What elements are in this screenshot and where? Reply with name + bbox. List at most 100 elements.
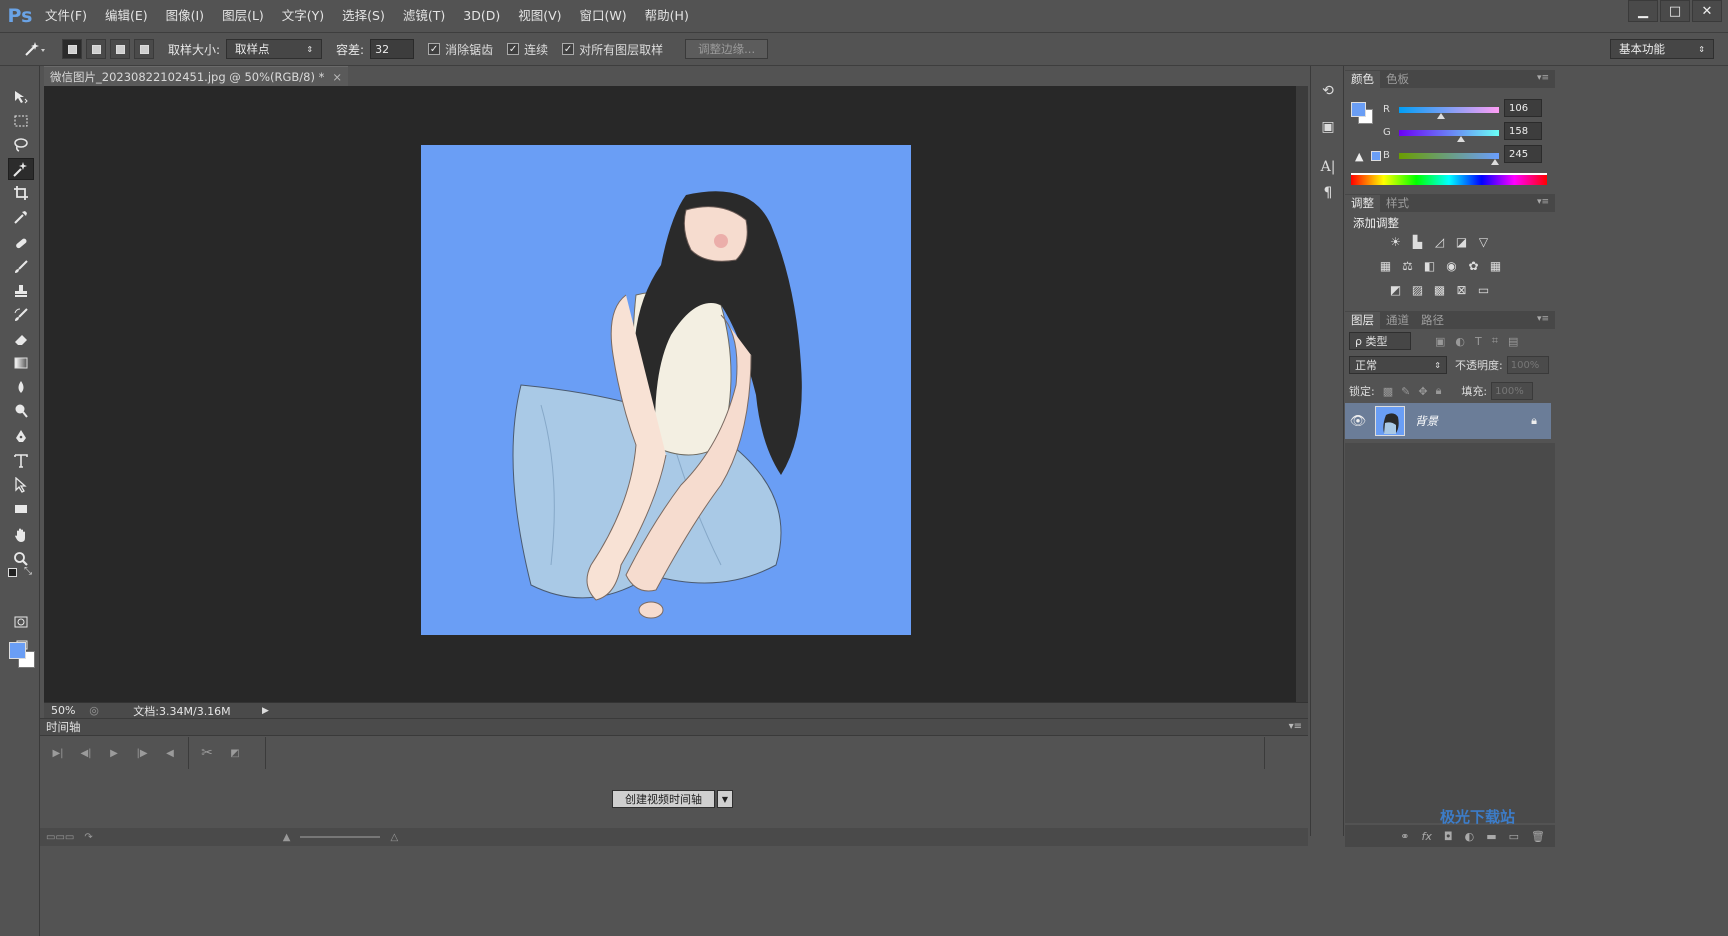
tolerance-input[interactable]: 32 bbox=[370, 39, 415, 59]
eraser-tool-icon[interactable] bbox=[8, 328, 34, 350]
add-mask-icon[interactable]: ◘ bbox=[1444, 830, 1453, 843]
hand-tool-icon[interactable] bbox=[8, 524, 34, 546]
layer-name[interactable]: 背景 bbox=[1415, 413, 1438, 429]
workspace-select[interactable]: 基本功能 ⇕ bbox=[1610, 39, 1714, 59]
visibility-eye-icon[interactable]: 👁︎ bbox=[1345, 414, 1371, 429]
history-brush-tool-icon[interactable] bbox=[8, 304, 34, 326]
frames-icon[interactable]: ▭▭▭ bbox=[46, 832, 74, 843]
red-thumb[interactable] bbox=[1437, 113, 1445, 119]
previous-frame-icon[interactable]: ◀| bbox=[72, 739, 100, 767]
zoom-level[interactable]: 50% bbox=[44, 704, 86, 717]
marquee-tool-icon[interactable] bbox=[8, 110, 34, 132]
path-selection-tool-icon[interactable] bbox=[8, 474, 34, 496]
default-colors-icon[interactable] bbox=[8, 568, 17, 577]
dodge-tool-icon[interactable] bbox=[8, 400, 34, 422]
document-tab[interactable]: 微信图片_20230822102451.jpg @ 50%(RGB/8) * × bbox=[44, 66, 349, 86]
layer-row-background[interactable]: 👁︎ 背景 🔒︎ bbox=[1345, 403, 1551, 439]
channel-mixer-icon[interactable]: ✿ bbox=[1465, 258, 1482, 273]
layers-list-empty-area[interactable] bbox=[1345, 443, 1555, 823]
zoom-out-timeline-icon[interactable]: ▲ bbox=[283, 832, 291, 843]
vertical-scrollbar[interactable] bbox=[1296, 86, 1308, 702]
black-white-icon[interactable]: ◧ bbox=[1421, 258, 1438, 273]
menu-select[interactable]: 选择(S) bbox=[333, 0, 394, 32]
swap-colors-icon[interactable]: ⤡ bbox=[24, 566, 32, 577]
convert-icon[interactable]: ↷ bbox=[84, 832, 92, 843]
antialias-checkbox[interactable]: ✓ 消除锯齿 bbox=[428, 41, 493, 58]
filter-smart-object-icon[interactable]: ▤ bbox=[1508, 335, 1518, 348]
gamut-swatch[interactable] bbox=[1371, 151, 1381, 161]
photo-filter-icon[interactable]: ◉ bbox=[1443, 258, 1460, 273]
green-value[interactable]: 158 bbox=[1504, 122, 1542, 140]
zoom-in-timeline-icon[interactable]: △ bbox=[390, 832, 398, 843]
posterize-icon[interactable]: ▨ bbox=[1409, 282, 1426, 297]
link-layers-icon[interactable]: ⚭ bbox=[1400, 830, 1409, 843]
tab-swatches[interactable]: 色板 bbox=[1380, 71, 1415, 88]
magic-wand-tool-icon[interactable] bbox=[8, 158, 34, 180]
color-lookup-icon[interactable]: ▦ bbox=[1487, 258, 1504, 273]
blue-track[interactable] bbox=[1399, 153, 1499, 159]
panel-menu-icon[interactable]: ▾≡ bbox=[1537, 73, 1549, 83]
lock-all-icon[interactable]: 🔒︎ bbox=[1436, 384, 1442, 398]
close-tab-icon[interactable]: × bbox=[332, 70, 342, 84]
intersect-selection-button[interactable] bbox=[134, 39, 154, 59]
character-panel-icon[interactable]: A| bbox=[1319, 158, 1337, 176]
green-thumb[interactable] bbox=[1457, 136, 1465, 142]
fill-input[interactable]: 100% bbox=[1491, 382, 1534, 400]
properties-panel-icon[interactable]: ▣ bbox=[1319, 118, 1337, 136]
refine-edge-button[interactable]: 调整边缘... bbox=[685, 39, 769, 59]
filter-shape-icon[interactable]: ⌗ bbox=[1492, 334, 1498, 348]
levels-icon[interactable]: ▙ bbox=[1409, 234, 1426, 249]
timeline-zoom-slider[interactable] bbox=[300, 836, 381, 838]
status-info-icon[interactable]: ◎ bbox=[86, 704, 102, 717]
panel-menu-icon[interactable]: ▾≡ bbox=[1289, 721, 1302, 732]
tab-color[interactable]: 颜色 bbox=[1345, 71, 1380, 88]
color-balance-icon[interactable]: ⚖ bbox=[1399, 258, 1416, 273]
menu-help[interactable]: 帮助(H) bbox=[636, 0, 698, 32]
lock-position-icon[interactable]: ✥ bbox=[1418, 385, 1427, 398]
menu-file[interactable]: 文件(F) bbox=[36, 0, 96, 32]
tab-adjustments[interactable]: 调整 bbox=[1345, 195, 1380, 212]
pen-tool-icon[interactable] bbox=[8, 426, 34, 448]
blue-thumb[interactable] bbox=[1491, 159, 1499, 165]
audio-icon[interactable]: ◀ bbox=[156, 739, 184, 767]
lasso-tool-icon[interactable] bbox=[8, 134, 34, 156]
color-foreground-swatch[interactable] bbox=[1351, 102, 1366, 117]
minimize-button[interactable]: ▁ bbox=[1628, 0, 1658, 22]
filter-type-icon[interactable]: T bbox=[1475, 335, 1482, 348]
green-track[interactable] bbox=[1399, 130, 1499, 136]
foreground-color-swatch[interactable] bbox=[9, 642, 26, 659]
red-slider[interactable]: R 106 bbox=[1383, 99, 1547, 124]
blue-slider[interactable]: B 245 bbox=[1383, 145, 1547, 170]
gradient-map-icon[interactable]: ▭ bbox=[1475, 282, 1492, 297]
layer-filter-select[interactable]: ρ 类型 bbox=[1349, 332, 1411, 350]
eyedropper-tool-icon[interactable] bbox=[8, 206, 34, 228]
blend-mode-select[interactable]: 正常 ⇕ bbox=[1349, 356, 1447, 374]
rectangle-tool-icon[interactable] bbox=[8, 498, 34, 520]
tab-channels[interactable]: 通道 bbox=[1380, 312, 1415, 329]
fx-icon[interactable]: fx bbox=[1422, 830, 1432, 843]
red-value[interactable]: 106 bbox=[1504, 99, 1542, 117]
new-selection-button[interactable] bbox=[62, 39, 82, 59]
tool-preset-picker[interactable] bbox=[12, 35, 58, 63]
color-spectrum-bar[interactable] bbox=[1351, 173, 1547, 185]
green-slider[interactable]: G 158 bbox=[1383, 122, 1547, 147]
timeline-track[interactable] bbox=[265, 737, 1265, 769]
menu-edit[interactable]: 编辑(E) bbox=[96, 0, 157, 32]
transition-icon[interactable]: ◩ bbox=[221, 739, 249, 767]
move-tool-icon[interactable] bbox=[8, 86, 34, 108]
curves-icon[interactable]: ◿ bbox=[1431, 234, 1448, 249]
history-panel-icon[interactable]: ⟲ bbox=[1319, 82, 1337, 100]
chevron-down-icon[interactable]: ▼ bbox=[717, 790, 733, 808]
maximize-button[interactable]: □ bbox=[1660, 0, 1690, 22]
lock-transparent-icon[interactable]: ▩ bbox=[1383, 385, 1393, 398]
filter-pixel-icon[interactable]: ▣ bbox=[1435, 335, 1445, 348]
quick-mask-icon[interactable] bbox=[8, 611, 34, 633]
menu-filter[interactable]: 滤镜(T) bbox=[394, 0, 454, 32]
menu-layer[interactable]: 图层(L) bbox=[213, 0, 273, 32]
brightness-icon[interactable]: ☀ bbox=[1387, 234, 1404, 249]
create-video-timeline-button[interactable]: 创建视频时间轴 bbox=[612, 790, 715, 808]
lock-pixels-icon[interactable]: ✎ bbox=[1401, 385, 1410, 398]
subtract-selection-button[interactable] bbox=[110, 39, 130, 59]
vibrance-icon[interactable]: ▽ bbox=[1475, 234, 1492, 249]
menu-image[interactable]: 图像(I) bbox=[157, 0, 213, 32]
